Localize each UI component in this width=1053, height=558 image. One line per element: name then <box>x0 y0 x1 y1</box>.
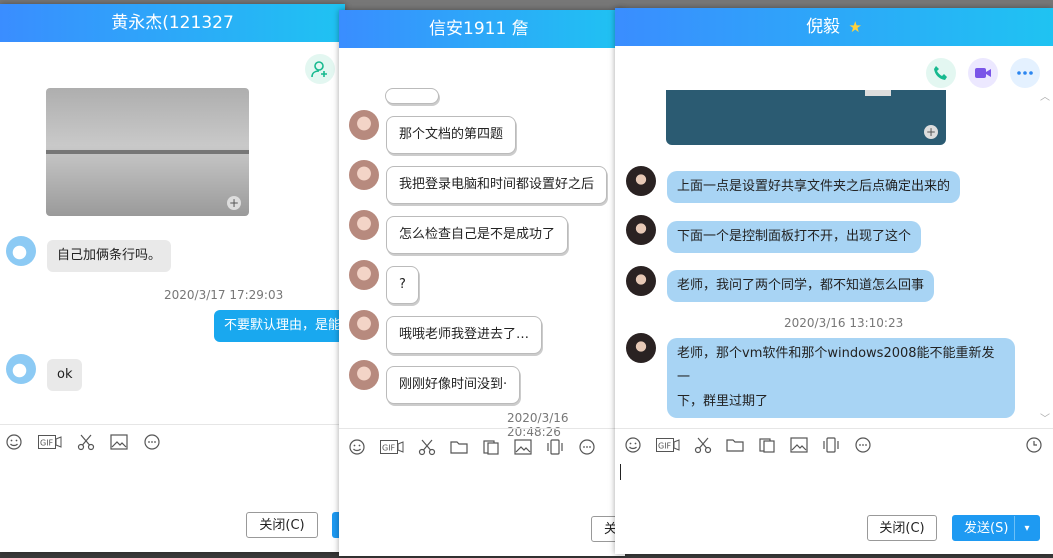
message-bubble[interactable]: 老师，我问了两个同学，都不知道怎么回事 <box>667 270 935 302</box>
more-icon[interactable] <box>142 433 162 451</box>
chat-window-1[interactable]: 黄永杰(121327 + 自己加俩条行吗。 2020/3/17 17:29:03… <box>0 4 345 552</box>
message-bubble[interactable]: 上面一点是设置好共享文件夹之后点确定出来的 <box>667 171 961 203</box>
send-button-label: 发送(S) <box>964 521 1009 536</box>
avatar[interactable] <box>349 260 379 290</box>
message-bubble[interactable]: 刚刚好像时间没到· <box>386 366 521 404</box>
emoji-icon[interactable] <box>347 438 367 456</box>
avatar[interactable] <box>626 333 656 363</box>
video-call-icon[interactable] <box>968 58 998 88</box>
more-icon[interactable] <box>853 436 873 454</box>
text-cursor <box>620 464 621 480</box>
window-title: 信安1911 詹 <box>339 10 625 48</box>
image-band <box>46 150 249 154</box>
scroll-down-icon[interactable]: ﹀ <box>1040 410 1050 425</box>
avatar[interactable] <box>626 266 656 296</box>
image-icon[interactable] <box>789 436 809 454</box>
avatar[interactable] <box>626 215 656 245</box>
scissors-icon[interactable] <box>417 438 437 456</box>
input-toolbar: GIF <box>4 433 162 451</box>
shared-image[interactable]: + <box>666 90 946 145</box>
image-window-detail <box>865 90 891 96</box>
emoji-icon[interactable] <box>623 436 643 454</box>
avatar[interactable] <box>6 354 36 384</box>
input-divider <box>0 424 345 425</box>
message-bubble[interactable]: 怎么检查自己是不是成功了 <box>386 216 569 254</box>
history-icon[interactable] <box>1024 436 1044 454</box>
message-bubble[interactable]: 那个文档的第四题 <box>386 116 517 154</box>
add-friend-icon[interactable] <box>305 54 335 84</box>
avatar[interactable] <box>349 360 379 390</box>
chat-window-2[interactable]: 信安1911 詹 那个文档的第四题 我把登录电脑和时间都设置好之后 怎么检查自己… <box>339 10 625 556</box>
input-divider <box>339 428 625 429</box>
avatar[interactable] <box>349 310 379 340</box>
avatar[interactable] <box>349 210 379 240</box>
more-icon[interactable] <box>577 438 597 456</box>
file-icon[interactable] <box>481 438 501 456</box>
input-toolbar: GIF <box>623 436 873 454</box>
expand-image-icon[interactable]: + <box>924 125 938 139</box>
avatar[interactable] <box>349 160 379 190</box>
message-bubble[interactable]: 下面一个是控制面板打不开，出现了这个 <box>667 221 922 253</box>
star-icon: ★ <box>848 18 862 36</box>
message-line-2: 下，群里过期了 <box>677 394 769 409</box>
avatar[interactable] <box>626 166 656 196</box>
emoji-icon[interactable] <box>4 433 24 451</box>
expand-image-icon[interactable]: + <box>227 196 241 210</box>
image-icon[interactable] <box>109 433 129 451</box>
message-timestamp: 2020/3/17 17:29:03 <box>164 288 284 302</box>
svg-text:GIF: GIF <box>382 444 396 453</box>
image-icon[interactable] <box>513 438 533 456</box>
close-button[interactable]: 关闭(C) <box>246 512 318 538</box>
scissors-icon[interactable] <box>693 436 713 454</box>
file-icon[interactable] <box>757 436 777 454</box>
message-bubble[interactable]: 自己加俩条行吗。 <box>47 240 172 272</box>
folder-icon[interactable] <box>449 438 469 456</box>
svg-text:GIF: GIF <box>658 442 672 451</box>
window-title: 黄永杰(121327 <box>0 4 345 42</box>
chat-window-3[interactable]: 倪毅 ★ + ︿ 上面一点是设置好共享文件夹之后点确定出来的 下面一个是控制面板… <box>615 8 1053 554</box>
gif-icon[interactable]: GIF <box>37 433 63 451</box>
input-toolbar: GIF <box>347 438 597 456</box>
shared-image[interactable]: + <box>46 88 249 216</box>
phone-icon[interactable] <box>926 58 956 88</box>
message-bubble[interactable]: 老师，那个vm软件和那个windows2008能不能重新发一 下，群里过期了 <box>667 338 1015 418</box>
message-bubble[interactable]: 我把登录电脑和时间都设置好之后 <box>386 166 608 204</box>
input-divider <box>615 428 1053 429</box>
message-input[interactable] <box>615 460 1053 510</box>
message-bubble[interactable]: ? <box>386 266 419 304</box>
avatar[interactable] <box>6 236 36 266</box>
gif-icon[interactable]: GIF <box>379 438 405 456</box>
close-button[interactable]: 关闭(C) <box>867 515 937 541</box>
send-button[interactable]: 发送(S) ▾ <box>952 515 1040 541</box>
message-bubble[interactable]: 哦哦老师我登进去了… <box>386 316 543 354</box>
gif-icon[interactable]: GIF <box>655 436 681 454</box>
message-bubble[interactable]: ok <box>47 359 83 391</box>
window-title-bar: 倪毅 ★ <box>615 8 1053 46</box>
more-options-icon[interactable] <box>1010 58 1040 88</box>
message-line-1: 老师，那个vm软件和那个windows2008能不能重新发一 <box>677 346 995 385</box>
message-bubble-self[interactable]: 不要默认理由，是能 <box>214 310 345 342</box>
window-title: 倪毅 <box>806 17 841 37</box>
message-bubble-partial[interactable] <box>385 88 439 104</box>
avatar[interactable] <box>349 110 379 140</box>
folder-icon[interactable] <box>725 436 745 454</box>
svg-text:GIF: GIF <box>40 439 54 448</box>
scroll-up-icon[interactable]: ︿ <box>1040 88 1050 103</box>
send-options-icon[interactable]: ▾ <box>1014 516 1039 540</box>
shake-icon[interactable] <box>821 436 841 454</box>
message-timestamp: 2020/3/16 13:10:23 <box>784 316 904 330</box>
scissors-icon[interactable] <box>76 433 96 451</box>
message-timestamp: 2020/3/16 20:48:26 <box>507 411 569 439</box>
shake-icon[interactable] <box>545 438 565 456</box>
